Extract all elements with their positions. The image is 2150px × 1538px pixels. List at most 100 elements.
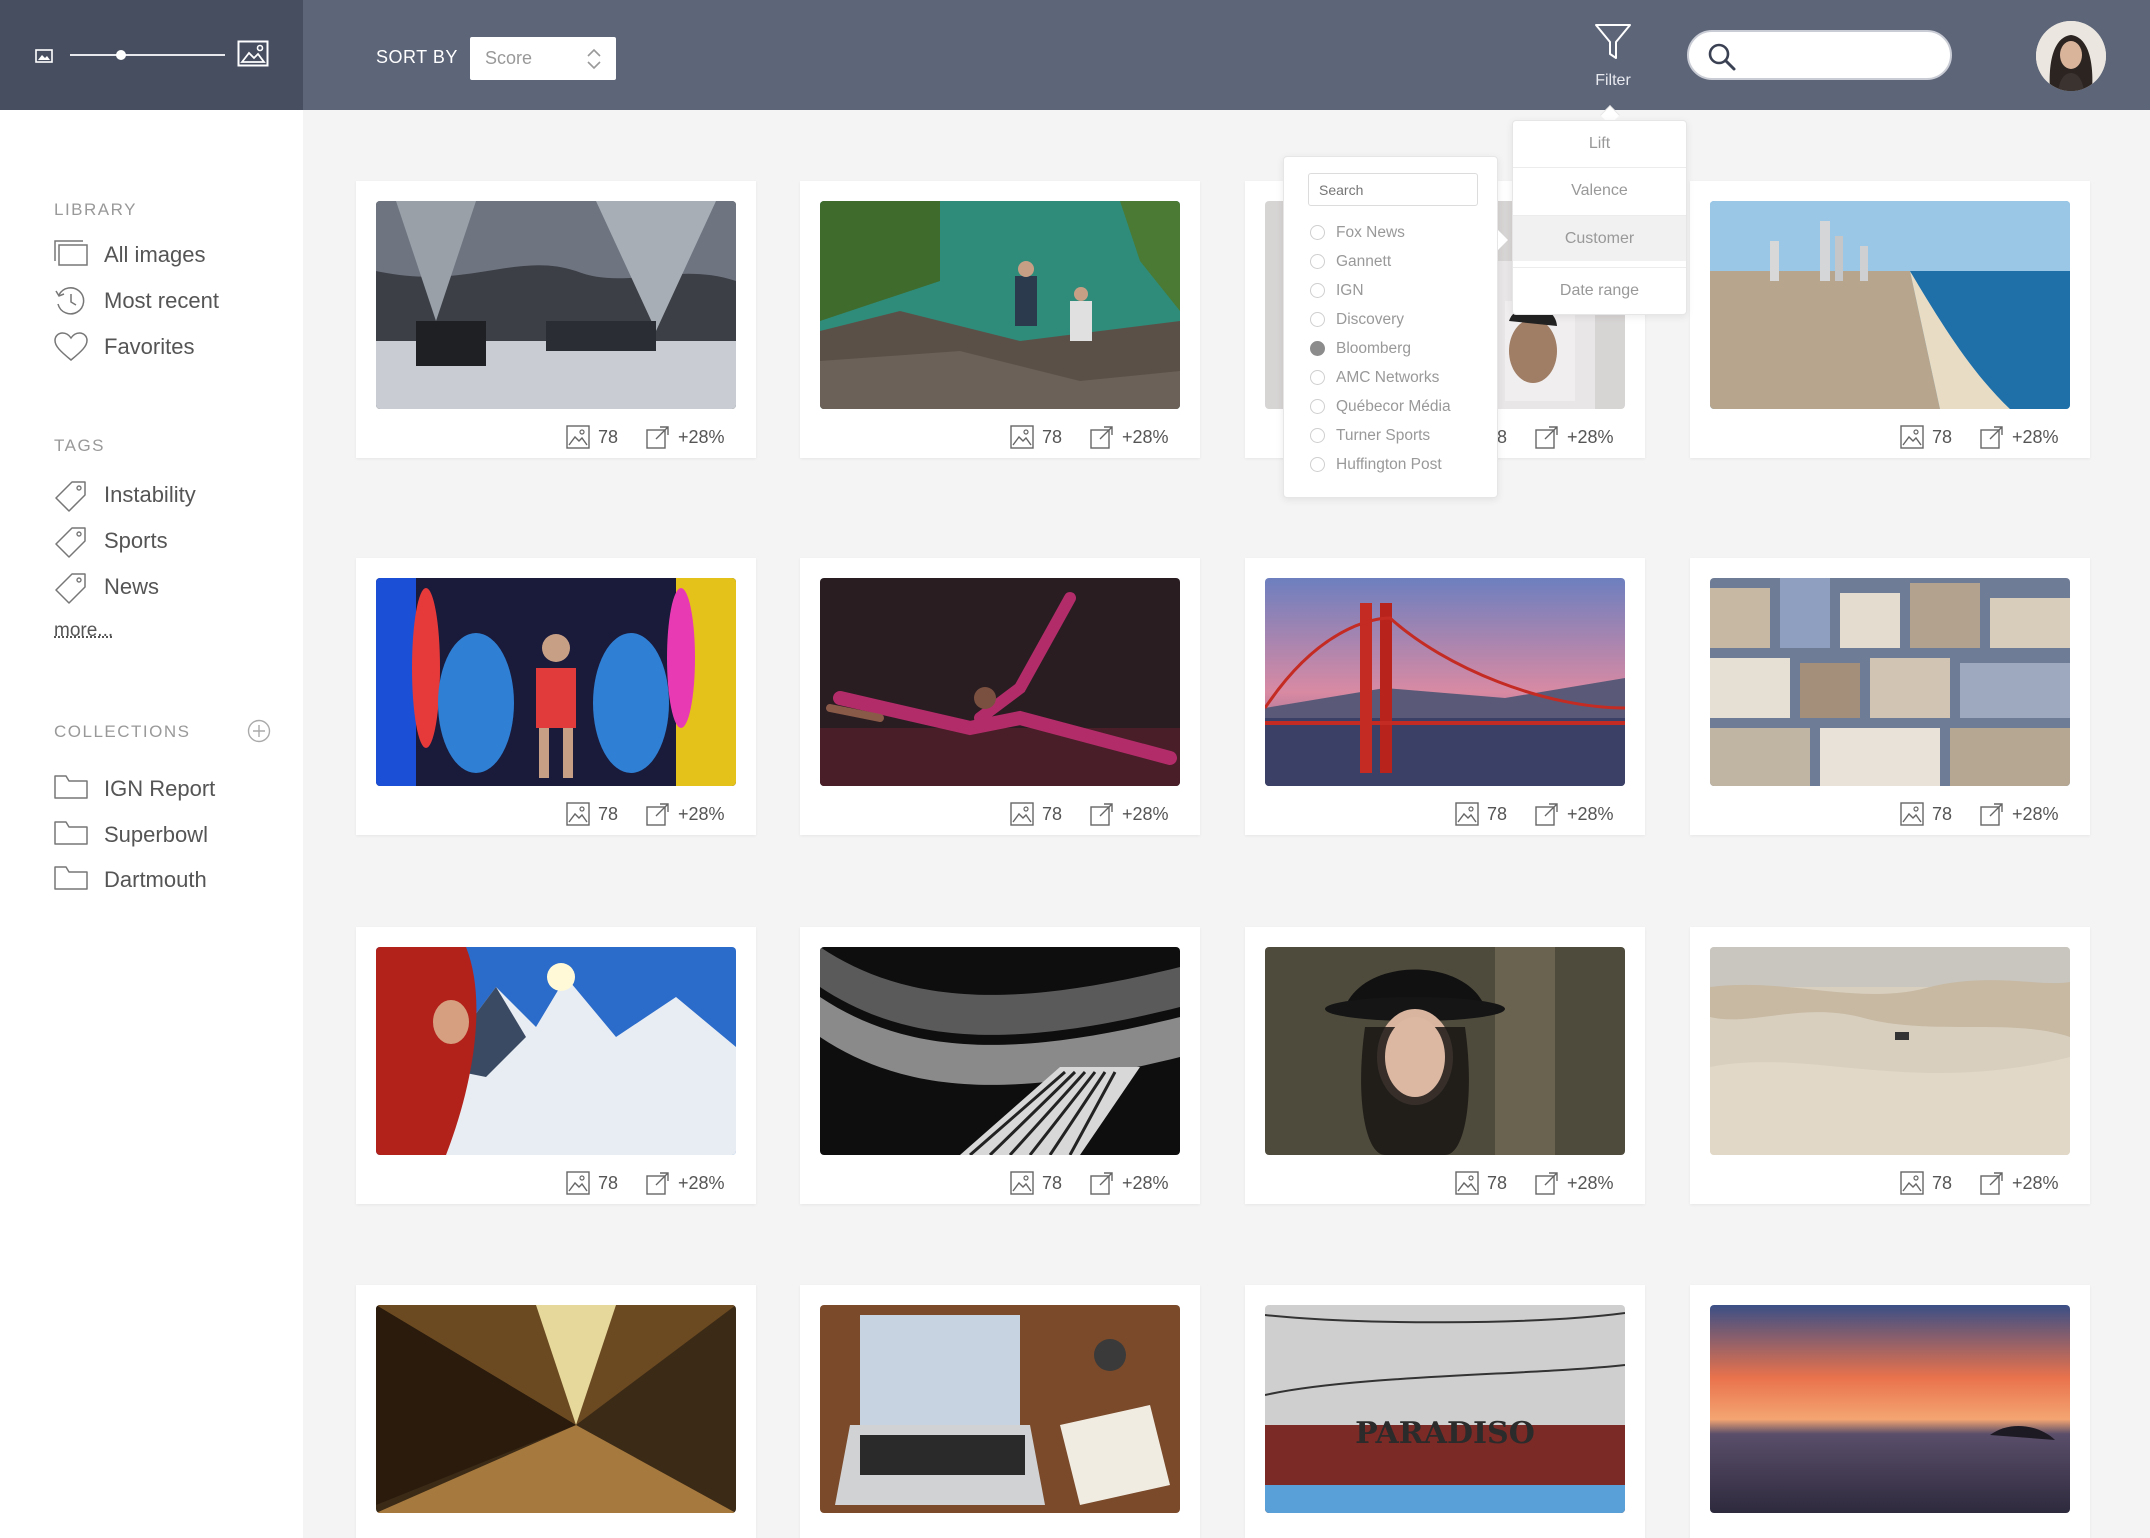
image-card[interactable]: 78 +28% bbox=[800, 558, 1200, 835]
image-icon bbox=[1455, 1171, 1479, 1195]
sidebar-item-all-images[interactable]: All images bbox=[54, 238, 284, 272]
radio-button[interactable] bbox=[1310, 312, 1325, 327]
customer-option-turner-sports[interactable]: Turner Sports bbox=[1310, 425, 1490, 447]
gymnast-photo bbox=[820, 578, 1180, 786]
image-card[interactable]: 78 +28% bbox=[1690, 181, 2090, 458]
lift-value: +28% bbox=[2012, 1173, 2059, 1193]
image-card[interactable]: 78 +28% bbox=[800, 927, 1200, 1204]
lift-value: +28% bbox=[678, 427, 725, 447]
slider-knob[interactable] bbox=[116, 50, 126, 60]
sidebar-item-favorites[interactable]: Favorites bbox=[54, 330, 284, 364]
image-thumbnail[interactable] bbox=[1710, 201, 2070, 409]
image-thumbnail[interactable] bbox=[376, 947, 736, 1155]
image-icon bbox=[1900, 802, 1924, 826]
lift-value: +28% bbox=[2012, 804, 2059, 824]
lift-value: +28% bbox=[678, 804, 725, 824]
sort-select-value: Score bbox=[485, 48, 533, 68]
image-thumbnail[interactable] bbox=[1265, 947, 1625, 1155]
image-card[interactable] bbox=[800, 1285, 1200, 1538]
customer-search-box[interactable] bbox=[1308, 173, 1478, 206]
customer-option-amc-networks[interactable]: AMC Networks bbox=[1310, 367, 1490, 389]
expand-arrow-icon bbox=[1090, 426, 1113, 449]
tag-item-news[interactable]: News bbox=[54, 570, 284, 604]
sidebar-item-label: Favorites bbox=[104, 334, 195, 359]
radio-button-selected[interactable] bbox=[1310, 341, 1325, 356]
customer-option-bloomberg[interactable]: Bloomberg bbox=[1310, 338, 1490, 360]
filter-menu-item-valence[interactable]: Valence bbox=[1513, 167, 1686, 213]
image-card[interactable]: 78 +28% bbox=[1245, 558, 1645, 835]
filter-menu: Lift Valence Customer Date range bbox=[1512, 120, 1687, 315]
expand-arrow-icon bbox=[1980, 1172, 2003, 1195]
image-count-value: 78 bbox=[1042, 427, 1063, 447]
search-bar[interactable] bbox=[1687, 30, 1952, 80]
image-card[interactable]: 78 +28% bbox=[1245, 927, 1645, 1204]
collection-item-superbowl[interactable]: Superbowl bbox=[54, 818, 284, 852]
customer-option-discovery[interactable]: Discovery bbox=[1310, 309, 1490, 331]
expand-arrow-icon bbox=[1535, 803, 1558, 826]
radio-button[interactable] bbox=[1310, 428, 1325, 443]
user-avatar[interactable] bbox=[2036, 21, 2106, 91]
filter-menu-item-date-range[interactable]: Date range bbox=[1513, 267, 1686, 313]
collection-item-dartmouth[interactable]: Dartmouth bbox=[54, 863, 284, 897]
image-thumbnail[interactable] bbox=[820, 201, 1180, 409]
image-card[interactable]: PARADISO bbox=[1245, 1285, 1645, 1538]
image-thumbnail[interactable] bbox=[820, 1305, 1180, 1513]
sort-select[interactable]: Score bbox=[470, 37, 616, 80]
image-thumbnail[interactable] bbox=[1710, 578, 2070, 786]
card-meta: 78 +28% bbox=[800, 801, 1200, 831]
customer-option-fox-news[interactable]: Fox News bbox=[1310, 222, 1490, 244]
more-tags-link[interactable]: more... bbox=[54, 620, 113, 642]
filter-menu-item-customer[interactable]: Customer bbox=[1513, 215, 1686, 261]
search-input[interactable] bbox=[1749, 42, 1939, 70]
tag-item-instability[interactable]: Instability bbox=[54, 478, 284, 512]
image-card[interactable]: 78 +28% bbox=[1690, 927, 2090, 1204]
image-thumbnail[interactable] bbox=[376, 1305, 736, 1513]
radio-button[interactable] bbox=[1310, 399, 1325, 414]
image-card[interactable]: 78 +28% bbox=[1690, 558, 2090, 835]
image-count-value: 78 bbox=[1487, 1173, 1508, 1193]
card-meta: 78 +28% bbox=[1245, 1170, 1645, 1200]
customer-search-input[interactable] bbox=[1319, 176, 1469, 204]
image-card[interactable]: 78 +28% bbox=[356, 558, 756, 835]
sidebar-item-most-recent[interactable]: Most recent bbox=[54, 284, 284, 318]
customer-option-label: Gannett bbox=[1336, 253, 1392, 270]
folder-icon bbox=[54, 866, 88, 890]
image-thumbnail[interactable] bbox=[376, 578, 736, 786]
image-icon bbox=[1010, 1171, 1034, 1195]
image-thumbnail[interactable] bbox=[820, 578, 1180, 786]
tag-item-sports[interactable]: Sports bbox=[54, 524, 284, 558]
image-count-value: 78 bbox=[598, 804, 619, 824]
customer-option-huffington-post[interactable]: Huffington Post bbox=[1310, 454, 1490, 476]
lift-value: +28% bbox=[1122, 804, 1169, 824]
filter-button[interactable]: Filter bbox=[1585, 22, 1641, 94]
image-thumbnail[interactable] bbox=[1710, 1305, 2070, 1513]
collection-item-ign-report[interactable]: IGN Report bbox=[54, 772, 284, 806]
filter-menu-item-lift[interactable]: Lift bbox=[1513, 121, 1686, 167]
image-thumbnail[interactable] bbox=[1710, 947, 2070, 1155]
image-thumbnail[interactable] bbox=[820, 947, 1180, 1155]
radio-button[interactable] bbox=[1310, 457, 1325, 472]
customer-option-gannett[interactable]: Gannett bbox=[1310, 251, 1490, 273]
image-card[interactable]: 78 +28% bbox=[356, 181, 756, 458]
image-count-value: 78 bbox=[1932, 1173, 1953, 1193]
expand-arrow-icon bbox=[646, 803, 669, 826]
radio-button[interactable] bbox=[1310, 225, 1325, 240]
image-count-value: 78 bbox=[598, 427, 619, 447]
add-collection-icon[interactable] bbox=[247, 719, 271, 743]
radio-button[interactable] bbox=[1310, 370, 1325, 385]
image-thumbnail[interactable] bbox=[376, 201, 736, 409]
image-card[interactable]: 78 +28% bbox=[356, 927, 756, 1204]
image-card[interactable] bbox=[1690, 1285, 2090, 1538]
radio-button[interactable] bbox=[1310, 283, 1325, 298]
customer-option-label: Québecor Média bbox=[1336, 398, 1451, 415]
thumbnail-size-slider[interactable] bbox=[30, 38, 280, 72]
image-card[interactable] bbox=[356, 1285, 756, 1538]
expand-arrow-icon bbox=[1980, 426, 2003, 449]
image-thumbnail[interactable]: PARADISO bbox=[1265, 1305, 1625, 1513]
customer-option-quebecor-media[interactable]: Québecor Média bbox=[1310, 396, 1490, 418]
customer-option-ign[interactable]: IGN bbox=[1310, 280, 1490, 302]
image-card[interactable]: 78 +28% bbox=[800, 181, 1200, 458]
filter-label: Filter bbox=[1595, 72, 1631, 89]
image-thumbnail[interactable] bbox=[1265, 578, 1625, 786]
radio-button[interactable] bbox=[1310, 254, 1325, 269]
